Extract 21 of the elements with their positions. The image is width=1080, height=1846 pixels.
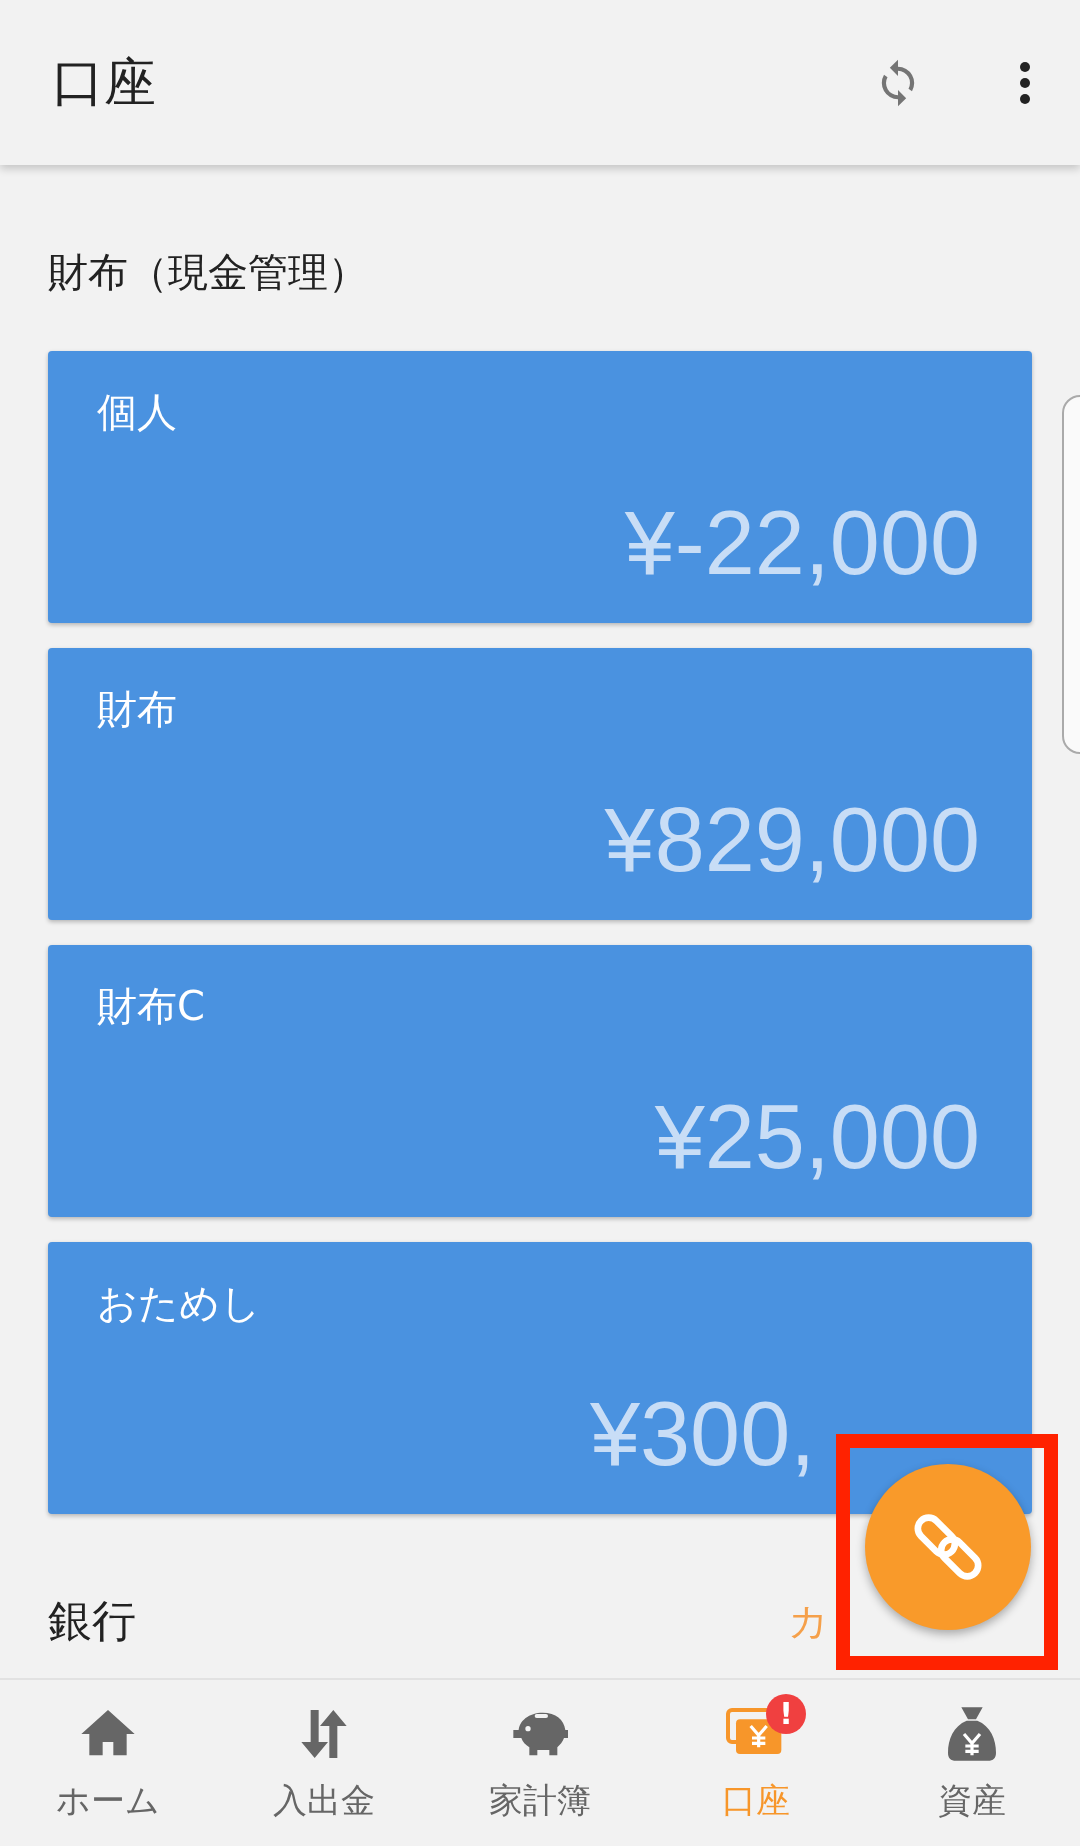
account-name: おためし xyxy=(97,1279,261,1328)
account-card[interactable]: 個人 ¥-22,000 xyxy=(48,351,1032,623)
account-balance: ¥-22,000 xyxy=(624,493,980,593)
nav-tab[interactable]: 資産 xyxy=(864,1680,1080,1846)
section-title: 財布（現金管理） xyxy=(48,248,369,297)
nav-tab[interactable]: ホーム xyxy=(0,1680,216,1846)
account-card[interactable]: おためし ¥300, xyxy=(48,1242,1032,1514)
screen-title: 口座 xyxy=(52,50,156,114)
account-balance: ¥829,000 xyxy=(604,790,980,890)
nav-tab[interactable]: 家計簿 xyxy=(432,1680,648,1846)
nav-tab[interactable]: 入出金 xyxy=(216,1680,432,1846)
account-balance: ¥300, xyxy=(590,1384,816,1484)
account-name: 財布C xyxy=(97,982,205,1031)
nav-tab[interactable]: ! 口座 xyxy=(648,1680,864,1846)
account-card[interactable]: 財布 ¥829,000 xyxy=(48,648,1032,920)
account-card[interactable]: 財布C ¥25,000 xyxy=(48,945,1032,1217)
account-balance: ¥25,000 xyxy=(654,1087,980,1187)
alert-badge: ! xyxy=(766,1694,806,1734)
section-title: 銀行 xyxy=(48,1594,136,1648)
account-name: 個人 xyxy=(97,388,177,437)
account-name: 財布 xyxy=(97,685,177,734)
